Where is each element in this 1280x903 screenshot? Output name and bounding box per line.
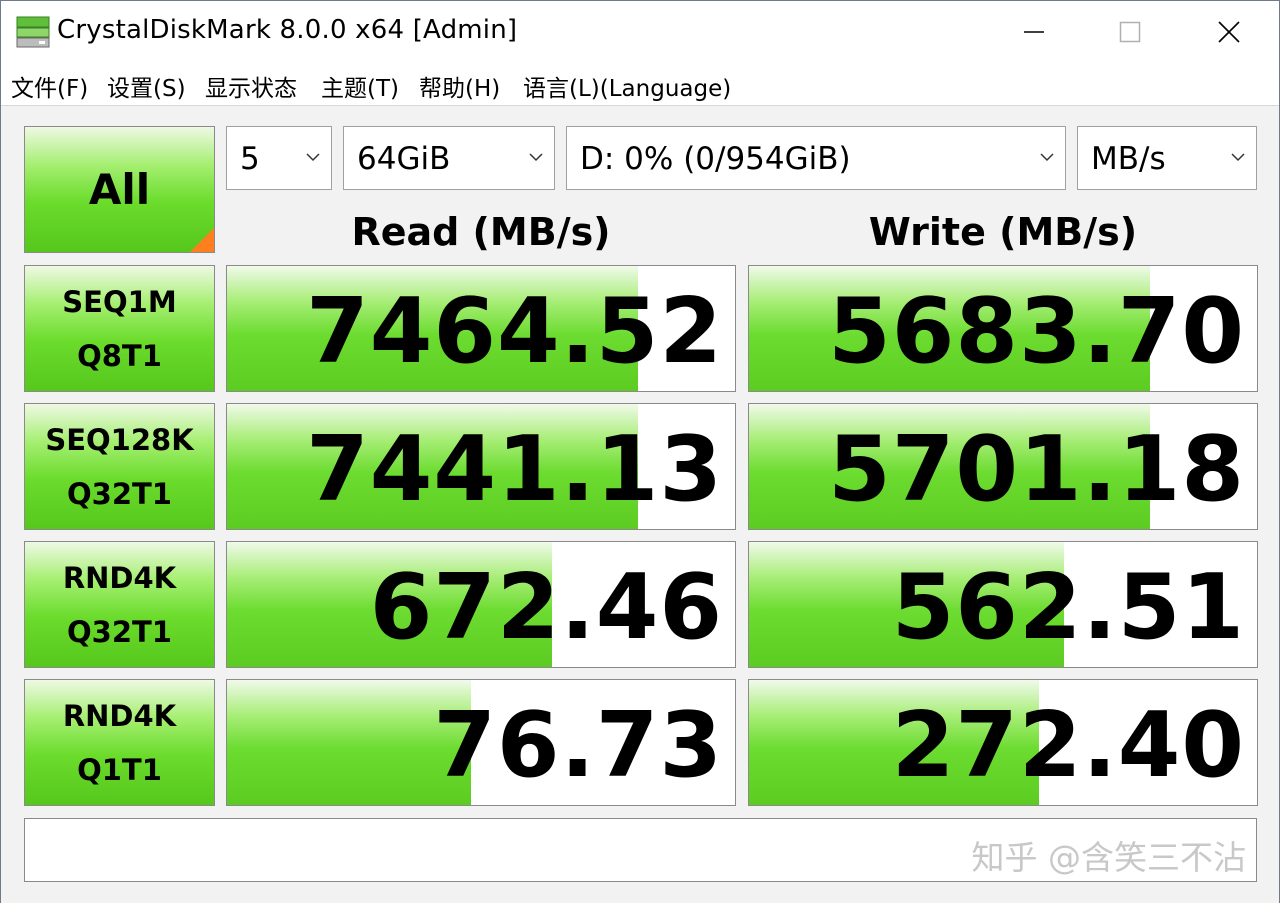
benchmark-panel: All 5 64GiB D: 0% (0/954GiB) MB/s Read (… <box>1 105 1279 903</box>
write-result-seq1m-q8t1: 5683.70 <box>748 265 1258 392</box>
comment-field[interactable]: 知乎 @含笑三不沾 <box>24 818 1257 882</box>
corner-marker <box>190 228 214 252</box>
write-result-rnd4k-q1t1: 272.40 <box>748 679 1258 806</box>
test-size-select[interactable]: 64GiB <box>343 126 555 190</box>
test-button-rnd4k-q32t1[interactable]: RND4K Q32T1 <box>24 541 215 668</box>
test-name: RND4K <box>62 698 177 733</box>
write-value: 5683.70 <box>828 279 1245 384</box>
test-name: SEQ1M <box>62 284 177 319</box>
test-params: Q32T1 <box>67 614 172 649</box>
run-all-button[interactable]: All <box>24 126 215 253</box>
test-name: SEQ128K <box>45 422 194 457</box>
write-result-seq128k-q32t1: 5701.18 <box>748 403 1258 530</box>
write-value: 562.51 <box>891 555 1245 660</box>
read-value: 76.73 <box>433 693 723 798</box>
menu-bar: 文件(F) 设置(S) 显示状态 主题(T) 帮助(H) 语言(L)(Langu… <box>1 63 1279 105</box>
menu-settings[interactable]: 设置(S) <box>107 69 186 103</box>
read-value: 7441.13 <box>306 417 723 522</box>
write-value: 5701.18 <box>828 417 1245 522</box>
run-all-label: All <box>88 165 151 214</box>
write-result-rnd4k-q32t1: 562.51 <box>748 541 1258 668</box>
test-name: RND4K <box>62 560 177 595</box>
read-column-header: Read (MB/s) <box>351 210 611 254</box>
test-count-select[interactable]: 5 <box>226 126 332 190</box>
test-params: Q32T1 <box>67 476 172 511</box>
chevron-down-icon <box>1231 153 1245 162</box>
read-result-seq128k-q32t1: 7441.13 <box>226 403 736 530</box>
test-params: Q1T1 <box>77 752 162 787</box>
minimize-button[interactable] <box>986 1 1082 63</box>
read-value: 672.46 <box>369 555 723 660</box>
close-button[interactable] <box>1181 1 1277 63</box>
read-result-rnd4k-q1t1: 76.73 <box>226 679 736 806</box>
chevron-down-icon <box>306 153 320 162</box>
write-column-header: Write (MB/s) <box>868 210 1138 254</box>
drive-select[interactable]: D: 0% (0/954GiB) <box>566 126 1066 190</box>
unit-select[interactable]: MB/s <box>1077 126 1257 190</box>
window-title: CrystalDiskMark 8.0.0 x64 [Admin] <box>57 15 518 45</box>
chevron-down-icon <box>1040 153 1054 162</box>
close-icon <box>1218 21 1240 43</box>
menu-display-status[interactable]: 显示状态 <box>205 69 297 103</box>
disk-drive-icon <box>16 16 50 48</box>
test-button-seq1m-q8t1[interactable]: SEQ1M Q8T1 <box>24 265 215 392</box>
minimize-icon <box>1024 31 1044 33</box>
test-params: Q8T1 <box>77 338 162 373</box>
test-button-seq128k-q32t1[interactable]: SEQ128K Q32T1 <box>24 403 215 530</box>
write-value: 272.40 <box>891 693 1245 798</box>
drive-value: D: 0% (0/954GiB) <box>580 141 851 177</box>
chevron-down-icon <box>529 153 543 162</box>
read-result-rnd4k-q32t1: 672.46 <box>226 541 736 668</box>
watermark-text: 知乎 @含笑三不沾 <box>971 838 1247 877</box>
maximize-button[interactable] <box>1082 1 1178 63</box>
read-value: 7464.52 <box>306 279 723 384</box>
test-size-value: 64GiB <box>357 141 451 177</box>
test-count-value: 5 <box>240 141 260 177</box>
menu-language[interactable]: 语言(L)(Language) <box>523 69 731 103</box>
menu-theme[interactable]: 主题(T) <box>321 69 399 103</box>
crystaldiskmark-window: CrystalDiskMark 8.0.0 x64 [Admin] 文件(F) … <box>0 0 1280 903</box>
menu-help[interactable]: 帮助(H) <box>419 69 500 103</box>
menu-file[interactable]: 文件(F) <box>11 69 88 103</box>
title-bar[interactable]: CrystalDiskMark 8.0.0 x64 [Admin] <box>1 1 1279 63</box>
test-button-rnd4k-q1t1[interactable]: RND4K Q1T1 <box>24 679 215 806</box>
read-result-seq1m-q8t1: 7464.52 <box>226 265 736 392</box>
maximize-icon <box>1119 21 1141 43</box>
unit-value: MB/s <box>1091 141 1166 177</box>
